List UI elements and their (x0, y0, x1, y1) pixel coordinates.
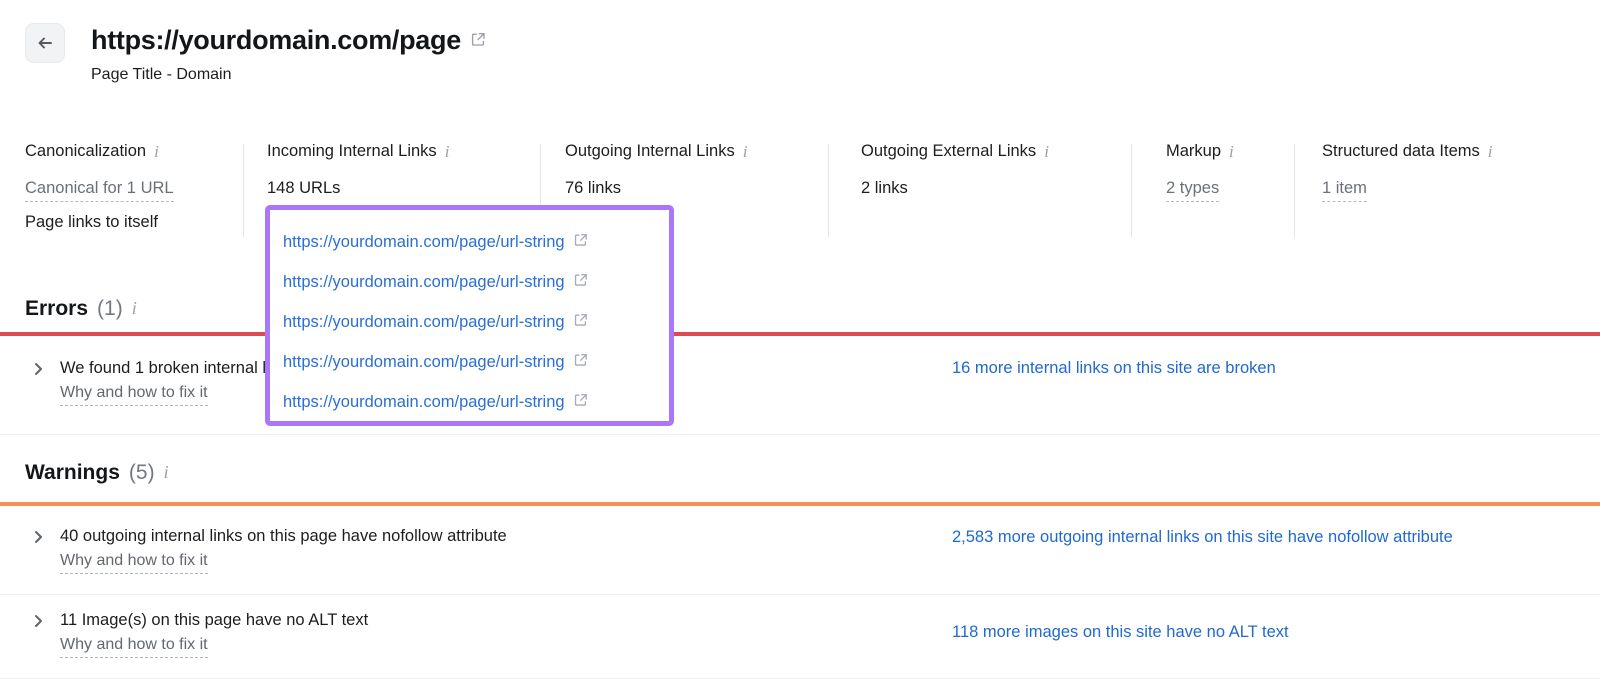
info-icon[interactable]: i (164, 463, 169, 481)
metric-divider (828, 144, 829, 238)
incoming-link-url: https://yourdomain.com/page/url-string (283, 273, 565, 291)
chevron-right-icon[interactable] (32, 528, 46, 546)
row-separator (0, 678, 1600, 679)
list-item[interactable]: https://yourdomain.com/page/url-string (283, 342, 655, 382)
errors-divider-bar (0, 332, 1600, 336)
issue-title: 40 outgoing internal links on this page … (60, 527, 507, 545)
incoming-links-callout: https://yourdomain.com/page/url-string h… (265, 205, 674, 426)
metric-header: Canonicalization i (25, 140, 174, 162)
metric-label: Canonicalization (25, 142, 147, 160)
section-count: (1) (97, 297, 123, 320)
list-item[interactable]: https://yourdomain.com/page/url-string (283, 262, 655, 302)
info-icon[interactable]: i (154, 143, 159, 160)
info-icon[interactable]: i (445, 143, 450, 160)
info-icon[interactable]: i (1044, 143, 1049, 160)
metric-header: Outgoing External Links i (861, 140, 1049, 162)
issue-site-wide-link[interactable]: 16 more internal links on this site are … (952, 355, 1512, 382)
metric-label: Outgoing Internal Links (565, 142, 735, 160)
external-link-icon[interactable] (573, 392, 589, 413)
info-icon[interactable]: i (1229, 143, 1234, 160)
why-and-how-to-fix-it-link[interactable]: Why and how to fix it (60, 635, 208, 658)
metric-label: Incoming Internal Links (267, 142, 437, 160)
metric-outgoing-external-links: Outgoing External Links i 2 links (861, 140, 1049, 199)
incoming-links-list: https://yourdomain.com/page/url-string h… (270, 210, 669, 421)
external-link-icon[interactable] (573, 312, 589, 333)
metric-header: Outgoing Internal Links i (565, 140, 747, 162)
metric-value[interactable]: Canonical for 1 URL (25, 178, 174, 202)
chevron-right-icon[interactable] (32, 612, 46, 630)
metric-value: 148 URLs (267, 179, 341, 197)
info-icon[interactable]: i (1488, 143, 1493, 160)
section-count: (5) (128, 461, 155, 484)
list-item[interactable]: https://yourdomain.com/page/url-string (283, 222, 655, 262)
section-title: Errors (25, 297, 89, 320)
page-title: https://yourdomain.com/page (91, 25, 461, 55)
metric-header: Markup i (1166, 140, 1234, 162)
metric-structured-data-items: Structured data Items i 1 item (1322, 140, 1492, 202)
row-separator (0, 594, 1600, 595)
errors-section-header: Errors (1) i (25, 297, 137, 321)
page-header: https://yourdomain.com/page Page Title -… (0, 0, 1600, 110)
metric-incoming-internal-links: Incoming Internal Links i 148 URLs (267, 140, 449, 199)
metric-canonicalization: Canonicalization i Canonical for 1 URL P… (25, 140, 174, 232)
why-and-how-to-fix-it-link[interactable]: Why and how to fix it (60, 551, 208, 574)
incoming-link-url: https://yourdomain.com/page/url-string (283, 313, 565, 331)
section-title: Warnings (25, 461, 120, 484)
list-item[interactable]: https://yourdomain.com/page/url-string (283, 382, 655, 422)
incoming-link-url: https://yourdomain.com/page/url-string (283, 393, 565, 411)
external-link-icon[interactable] (573, 232, 589, 253)
warnings-section-header: Warnings (5) i (25, 461, 169, 485)
metric-divider (243, 144, 244, 238)
metric-header: Structured data Items i (1322, 140, 1492, 162)
incoming-link-url: https://yourdomain.com/page/url-string (283, 233, 565, 251)
metric-divider (1131, 144, 1132, 238)
arrow-left-icon (35, 33, 55, 53)
metric-header: Incoming Internal Links i (267, 140, 449, 162)
external-link-icon[interactable] (573, 352, 589, 373)
page-audit-detail: https://yourdomain.com/page Page Title -… (0, 0, 1600, 689)
title-block: https://yourdomain.com/page Page Title -… (91, 22, 487, 85)
page-url-row[interactable]: https://yourdomain.com/page (91, 22, 487, 58)
back-button[interactable] (25, 23, 65, 63)
external-link-icon[interactable] (573, 272, 589, 293)
issue-site-wide-link[interactable]: 2,583 more outgoing internal links on th… (952, 524, 1512, 551)
metric-subvalue: Page links to itself (25, 213, 158, 231)
incoming-link-url: https://yourdomain.com/page/url-string (283, 353, 565, 371)
metric-divider (1294, 144, 1295, 238)
row-separator (0, 434, 1600, 435)
page-subtitle: Page Title - Domain (91, 66, 232, 83)
metric-label: Structured data Items (1322, 142, 1480, 160)
metric-label: Markup (1166, 142, 1222, 160)
issue-site-wide-link[interactable]: 118 more images on this site have no ALT… (952, 619, 1512, 646)
metric-value: 2 links (861, 179, 908, 197)
metric-value[interactable]: 1 item (1322, 178, 1367, 202)
chevron-right-icon[interactable] (32, 360, 46, 378)
issue-title: 11 Image(s) on this page have no ALT tex… (60, 611, 369, 629)
external-link-icon[interactable] (470, 31, 487, 53)
list-item[interactable]: https://yourdomain.com/page/url-string (283, 302, 655, 342)
metric-value[interactable]: 2 types (1166, 178, 1220, 202)
metric-value: 76 links (565, 179, 621, 197)
info-icon[interactable]: i (743, 143, 748, 160)
metric-outgoing-internal-links: Outgoing Internal Links i 76 links (565, 140, 747, 199)
metric-markup: Markup i 2 types (1166, 140, 1234, 202)
metric-label: Outgoing External Links (861, 142, 1037, 160)
warnings-divider-bar (0, 502, 1600, 506)
info-icon[interactable]: i (132, 299, 137, 317)
why-and-how-to-fix-it-link[interactable]: Why and how to fix it (60, 383, 208, 406)
metrics-row: Canonicalization i Canonical for 1 URL P… (0, 140, 1600, 240)
